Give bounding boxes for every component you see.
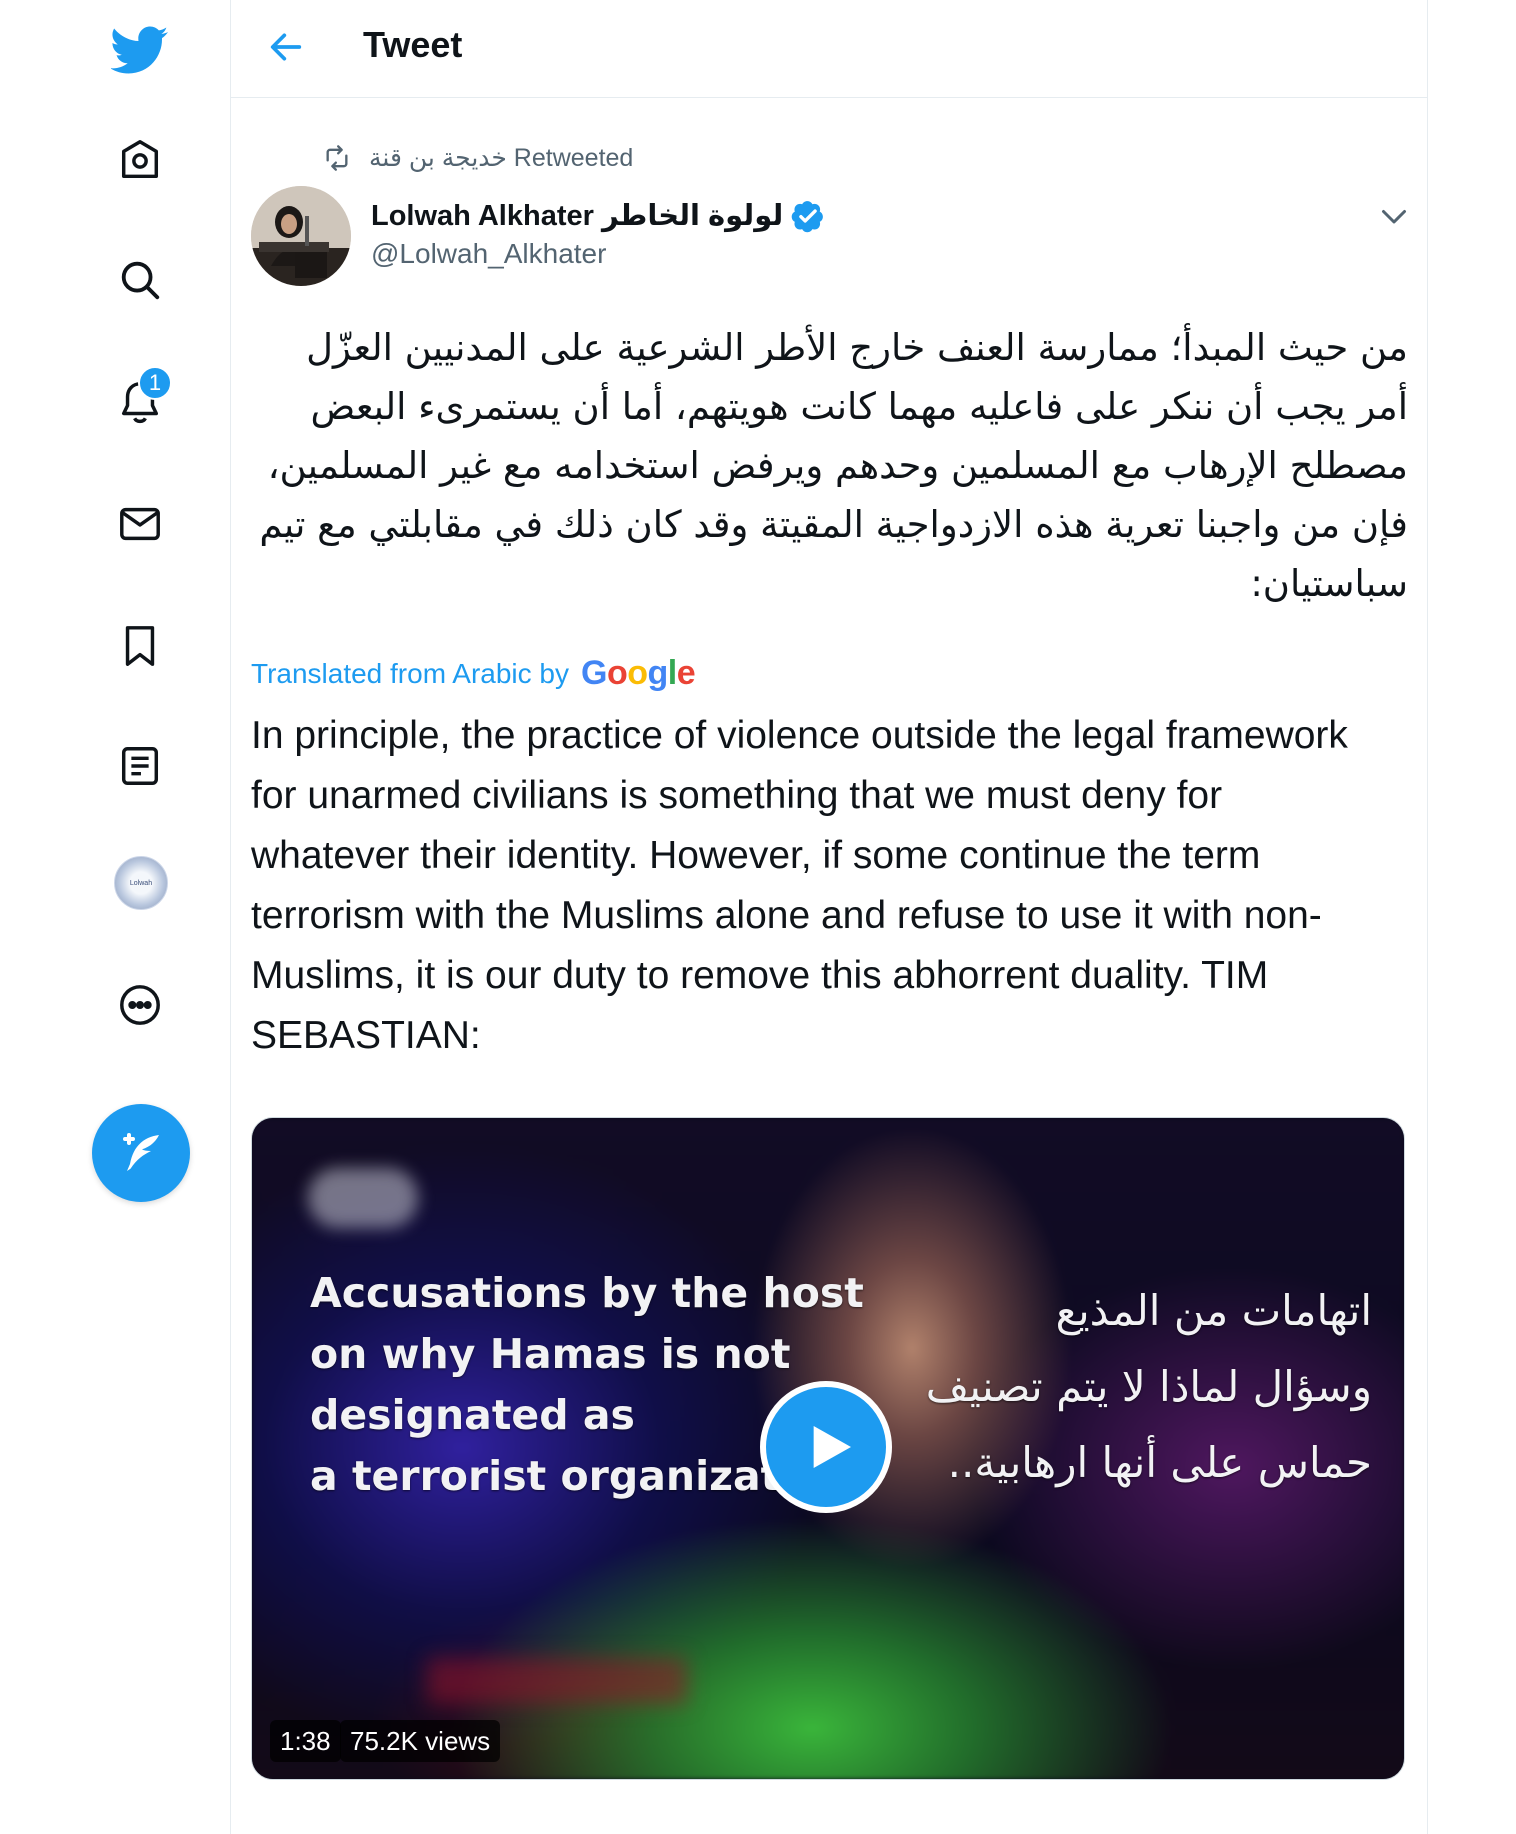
tweet-detail-column: Tweet خديجة بن قنة Retweeted Lolwah Alkh… [230,0,1428,1834]
home-icon[interactable] [110,130,170,190]
video-logo-blur [308,1168,418,1228]
retweet-icon [326,145,348,171]
author-name: Lolwah Alkhater لولوة الخاطر [371,200,784,232]
video-duration: 1:38 [270,1720,341,1762]
messages-mail-icon[interactable] [110,494,170,554]
compose-tweet-button[interactable] [92,1104,190,1202]
google-logo: Google [580,654,696,692]
author-avatar[interactable] [251,186,351,286]
notifications-badge: 1 [138,366,172,400]
profile-avatar[interactable]: Lolwah [114,856,168,910]
play-icon [813,1426,851,1468]
video-caption-arabic: اتهامات من المذيع وسؤال لماذا لا يتم تصن… [925,1286,1372,1487]
author-handle[interactable]: @Lolwah_Alkhater [371,238,606,270]
left-nav: 1 Lolwah [0,0,230,1834]
twitter-logo-icon[interactable] [108,18,172,82]
tweet-text-translation: In principle, the practice of violence o… [251,714,1348,1057]
lists-icon[interactable] [110,736,170,796]
tweet-text-arabic: من حيث المبدأ؛ ممارسة العنف خارج الأطر ا… [259,326,1408,605]
video-views: 75.2K views [340,1720,501,1762]
search-icon[interactable] [110,250,170,310]
retweeted-by-text: خديجة بن قنة Retweeted [369,144,634,172]
bookmarks-icon[interactable] [110,616,170,676]
profile-avatar-text: Lolwah [129,879,153,887]
video-player[interactable]: Accusations by the host on why Hamas is … [251,1117,1405,1780]
page-header: Tweet [231,0,1427,98]
video-bar-blur [427,1658,687,1704]
back-arrow-icon [270,33,302,61]
back-button[interactable] [261,22,311,72]
feather-plus-icon [123,1133,159,1171]
retweet-context[interactable]: خديجة بن قنة Retweeted [323,140,633,176]
translation-attribution[interactable]: Translated from Arabic by Google [251,654,696,693]
page-title: Tweet [363,24,463,65]
verified-badge-icon [791,200,824,232]
author-name-row[interactable]: Lolwah Alkhater لولوة الخاطر [371,198,825,233]
translated-label: Translated from Arabic by [251,657,569,689]
play-button[interactable] [760,1381,892,1513]
more-icon[interactable] [110,975,170,1035]
chevron-down-icon[interactable] [1376,198,1412,234]
